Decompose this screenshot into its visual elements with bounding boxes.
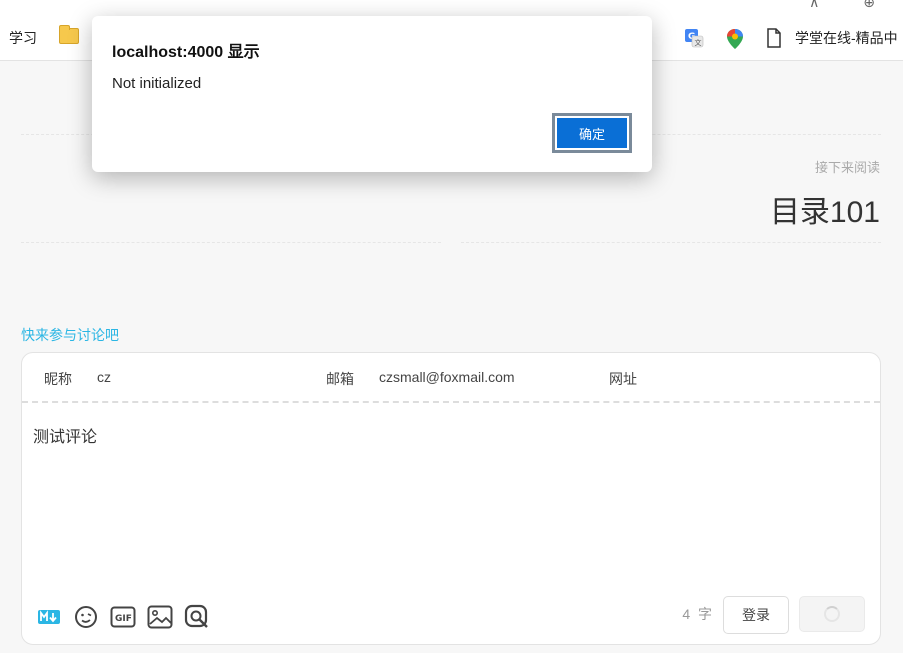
window-controls[interactable]: ∧ ⊕ (809, 0, 895, 11)
login-button[interactable]: 登录 (723, 596, 789, 634)
bookmark-study[interactable]: 学习 (9, 28, 37, 48)
url-input[interactable] (662, 369, 862, 389)
submit-button[interactable] (799, 596, 865, 632)
nickname-input[interactable]: cz (97, 369, 111, 385)
image-icon[interactable] (147, 604, 173, 630)
divider (21, 242, 441, 243)
gif-icon[interactable]: GIF (110, 604, 136, 630)
bookmark-folder[interactable] (59, 25, 79, 44)
svg-text:文: 文 (695, 38, 702, 47)
divider (461, 242, 881, 243)
word-count: 4 字 (682, 604, 712, 624)
page-icon (767, 28, 781, 48)
bookmark-maps[interactable] (726, 28, 744, 50)
bookmark-xuetang[interactable]: 学堂在线-精品中 (766, 28, 898, 48)
dialog-title: localhost:4000 显示 (112, 44, 260, 61)
svg-text:GIF: GIF (115, 614, 132, 624)
folder-icon (59, 25, 79, 44)
word-count-unit: 字 (698, 606, 712, 622)
nickname-label: 昵称 (44, 371, 72, 387)
alert-dialog: localhost:4000 显示 Not initialized 确定 (92, 16, 652, 172)
dialog-ok-button[interactable]: 确定 (552, 113, 632, 153)
url-label: 网址 (609, 371, 637, 387)
comment-box: 昵称 cz 邮箱 czsmall@foxmail.com 网址 测试评论 GIF… (21, 352, 881, 645)
dialog-message: Not initialized (112, 75, 202, 92)
markdown-icon[interactable] (36, 604, 62, 630)
email-label: 邮箱 (326, 371, 354, 387)
preview-icon[interactable] (184, 604, 210, 630)
loading-spinner-icon (824, 606, 840, 622)
bookmark-label: 学堂在线-精品中 (795, 30, 898, 46)
emoji-icon[interactable] (73, 604, 99, 630)
word-count-value: 4 (682, 606, 691, 622)
google-translate-icon: G 文 (685, 29, 704, 48)
next-read-label: 接下来阅读 (814, 160, 880, 175)
bookmark-translate[interactable]: G 文 (684, 28, 704, 48)
next-read-link[interactable]: 目录101 (770, 187, 880, 231)
map-pin-icon (727, 29, 743, 49)
comment-fields: 昵称 cz 邮箱 czsmall@foxmail.com 网址 (22, 353, 880, 403)
email-input[interactable]: czsmall@foxmail.com (379, 369, 515, 385)
bookmark-label: 学习 (9, 30, 37, 46)
dialog-ok-label: 确定 (557, 118, 627, 148)
editor-toolbar: GIF (36, 604, 210, 630)
discussion-prompt: 快来参与讨论吧 (21, 327, 119, 343)
comment-textarea[interactable]: 测试评论 (33, 423, 97, 447)
